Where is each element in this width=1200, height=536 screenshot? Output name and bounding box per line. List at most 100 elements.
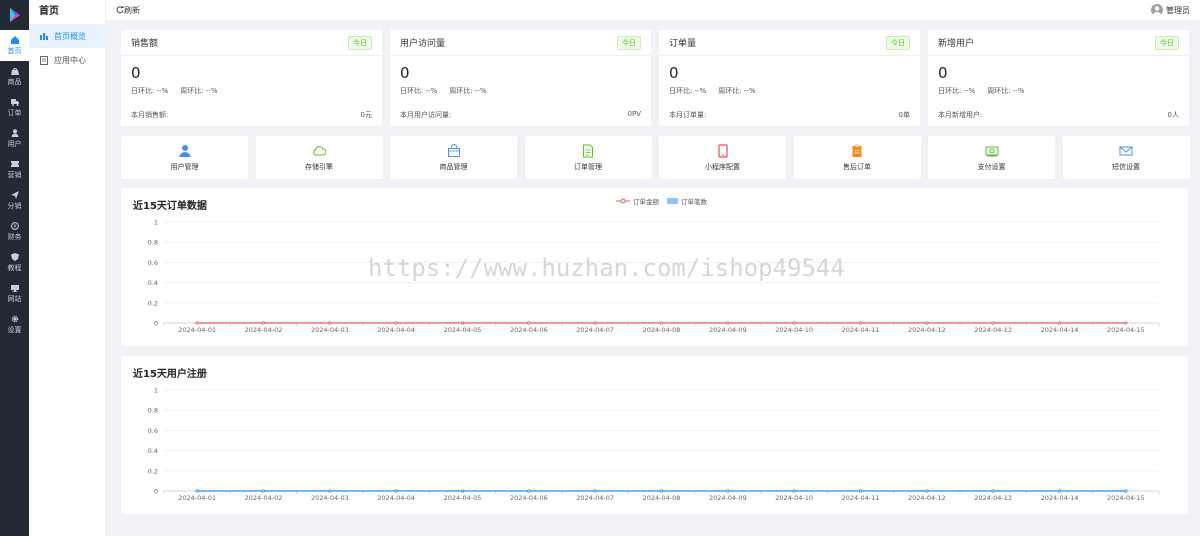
x-tick-label: 2024-04-12 xyxy=(908,326,946,334)
data-point[interactable] xyxy=(858,489,863,493)
nav-item-1[interactable]: 商品 xyxy=(0,61,29,92)
stat-card-header: 销售额 今日 xyxy=(121,30,382,56)
subnav-item-label: 首页概览 xyxy=(54,31,86,41)
data-point[interactable] xyxy=(261,489,266,493)
subnav-item-app-center[interactable]: 应用中心 xyxy=(29,48,105,72)
y-tick-label: 1 xyxy=(154,219,158,227)
data-point[interactable] xyxy=(527,489,531,493)
stat-card-header: 用户访问量 今日 xyxy=(390,30,651,56)
quick-link-2[interactable]: 商品管理 xyxy=(390,136,517,179)
nav-item-label: 营销 xyxy=(7,170,22,179)
x-tick-label: 2024-04-11 xyxy=(842,494,880,502)
quick-link-1[interactable]: 存储引擎 xyxy=(255,136,383,179)
nav-item-9[interactable]: 设置 xyxy=(0,309,29,340)
finance-icon: ¥ xyxy=(10,221,19,230)
nav-item-5[interactable]: 分销 xyxy=(0,185,29,216)
x-tick-label: 2024-04-03 xyxy=(311,494,349,502)
data-point[interactable] xyxy=(1124,489,1128,493)
nav-item-label: 财务 xyxy=(7,232,22,241)
data-point[interactable] xyxy=(991,489,995,493)
refresh-button[interactable]: 刷新 xyxy=(116,5,140,16)
refresh-label: 刷新 xyxy=(124,5,140,15)
nav-item-2[interactable]: 订单 xyxy=(0,92,29,123)
data-point[interactable] xyxy=(394,321,398,325)
quick-link-3[interactable]: 订单管理 xyxy=(524,136,652,179)
quick-link-0[interactable]: 用户管理 xyxy=(121,136,248,179)
nav-item-label: 商品 xyxy=(7,77,22,86)
data-point[interactable] xyxy=(593,321,597,325)
nav-item-8[interactable]: 网站 xyxy=(0,278,29,309)
gear-icon xyxy=(11,315,19,323)
y-tick-label: 0.4 xyxy=(148,447,158,455)
data-point[interactable] xyxy=(792,489,796,493)
money-icon xyxy=(985,144,999,158)
data-point[interactable] xyxy=(195,489,199,493)
data-point[interactable] xyxy=(328,489,332,493)
nav-item-6[interactable]: ¥ 财务 xyxy=(0,216,29,247)
x-tick-label: 2024-04-13 xyxy=(974,494,1012,502)
data-point[interactable] xyxy=(195,321,199,325)
app-logo[interactable] xyxy=(0,0,29,30)
quick-link-7[interactable]: 短信设置 xyxy=(1062,136,1190,179)
data-point[interactable] xyxy=(726,489,730,493)
top-bar: 刷新 管理员 xyxy=(106,0,1200,20)
day-ratio: 日环比: --% xyxy=(938,87,976,95)
quick-link-6[interactable]: 支付设置 xyxy=(928,136,1055,179)
data-point[interactable] xyxy=(460,321,465,325)
stat-card-header: 订单量 今日 xyxy=(659,30,920,56)
x-tick-label: 2024-04-15 xyxy=(1107,326,1145,334)
data-point[interactable] xyxy=(1057,489,1062,493)
clipboard-icon xyxy=(850,144,864,158)
quick-link-4[interactable]: 小程序配置 xyxy=(659,136,786,179)
svg-text:¥: ¥ xyxy=(13,224,16,230)
data-point[interactable] xyxy=(593,489,597,493)
data-point[interactable] xyxy=(925,321,929,325)
period-badge: 今日 xyxy=(1155,35,1179,50)
nav-item-7[interactable]: 教程 xyxy=(0,247,29,278)
data-point[interactable] xyxy=(659,489,664,493)
x-tick-label: 2024-04-04 xyxy=(377,326,415,334)
data-point[interactable] xyxy=(925,489,929,493)
data-point[interactable] xyxy=(991,321,995,325)
bar-chart-icon xyxy=(40,32,49,41)
data-point[interactable] xyxy=(261,321,266,325)
week-ratio: 周环比: --% xyxy=(180,87,218,95)
order-chart: 0 0.2 0.4 0.6 0.8 1 2024-04-01 2024-04-02 2024-0… xyxy=(148,219,1160,334)
data-point[interactable] xyxy=(527,321,531,325)
shopping-bag-icon xyxy=(447,143,461,158)
user-menu[interactable]: 管理员 xyxy=(1151,4,1190,16)
data-point[interactable] xyxy=(858,321,863,325)
user-icon xyxy=(11,128,19,137)
data-point[interactable] xyxy=(394,489,398,493)
quick-link-5[interactable]: 售后订单 xyxy=(793,136,921,179)
data-point[interactable] xyxy=(792,321,796,325)
data-point[interactable] xyxy=(328,321,332,325)
user-manage-icon xyxy=(178,144,192,158)
x-tick-label: 2024-04-02 xyxy=(245,494,283,502)
stat-card-footer: 本月订单量: 0单 xyxy=(659,110,920,120)
y-tick-label: 0.4 xyxy=(148,279,158,287)
nav-item-3[interactable]: 用户 xyxy=(0,123,29,154)
data-point[interactable] xyxy=(726,321,730,325)
x-tick-label: 2024-04-05 xyxy=(444,326,482,334)
x-tick-label: 2024-04-15 xyxy=(1107,494,1145,502)
data-point[interactable] xyxy=(460,489,465,493)
stat-card-header: 新增用户 今日 xyxy=(928,30,1189,56)
refresh-icon xyxy=(116,6,124,14)
period-badge: 今日 xyxy=(886,35,910,50)
data-point[interactable] xyxy=(659,321,664,325)
sub-sidebar: 首页 首页概览 应用中心 xyxy=(29,0,106,536)
nav-item-0[interactable]: 首页 xyxy=(0,30,29,61)
mail-icon xyxy=(1119,144,1133,158)
nav-item-label: 教程 xyxy=(7,263,22,272)
stat-card-title: 销售额 xyxy=(131,39,159,49)
x-tick-label: 2024-04-03 xyxy=(311,326,349,334)
quick-link-label: 商品管理 xyxy=(439,162,468,171)
data-point[interactable] xyxy=(1057,321,1062,325)
x-tick-label: 2024-04-01 xyxy=(178,494,216,502)
subnav-item-overview[interactable]: 首页概览 xyxy=(29,24,105,48)
nav-item-4[interactable]: 营销 xyxy=(0,154,29,185)
data-point[interactable] xyxy=(1124,321,1128,325)
month-label: 本月订单量: xyxy=(669,111,707,119)
nav-item-label: 网站 xyxy=(7,294,22,303)
